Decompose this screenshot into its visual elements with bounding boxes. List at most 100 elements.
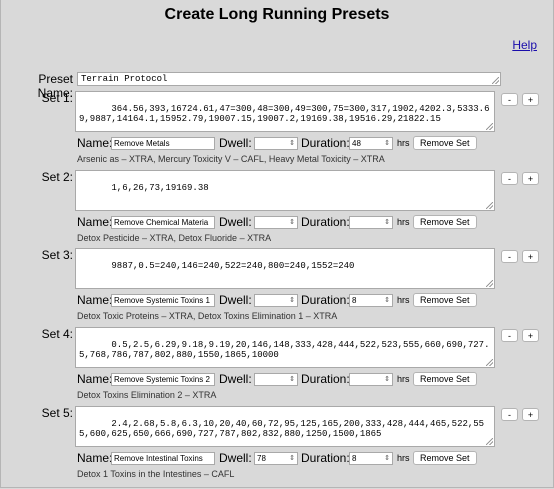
- remove-set-button[interactable]: Remove Set: [413, 293, 477, 307]
- remove-set-button[interactable]: Remove Set: [413, 215, 477, 229]
- stepper-icon[interactable]: ⇕: [384, 296, 390, 305]
- dwell-value: 78: [257, 454, 266, 463]
- set-label: Set 3:: [41, 248, 73, 262]
- set-name-value: Remove Systemic Toxins 1: [114, 296, 210, 305]
- set-label: Set 5:: [41, 406, 73, 420]
- set-frequencies-textarea[interactable]: 364.56,393,16724.61,47=300,48=300,49=300…: [75, 91, 495, 132]
- preset-name-value: Terrain Protocol: [81, 74, 168, 84]
- set-description: Detox Pesticide – XTRA, Detox Fluoride –…: [77, 233, 272, 243]
- set-frequencies-value: 364.56,393,16724.61,47=300,48=300,49=300…: [79, 104, 490, 124]
- duration-label: Duration:: [301, 372, 350, 386]
- set-name-value: Remove Metals: [114, 139, 170, 148]
- set-label: Set 2:: [41, 170, 73, 184]
- name-label: Name:: [77, 293, 113, 307]
- dwell-input[interactable]: ⇕: [254, 137, 298, 150]
- set-frequencies-value: 0.5,2.5,6.29,9.18,9.19,20,146,148,333,42…: [79, 340, 490, 360]
- stepper-icon[interactable]: ⇕: [289, 139, 295, 148]
- resize-grip-icon[interactable]: [486, 438, 493, 445]
- set-description: Detox Toxic Proteins – XTRA, Detox Toxin…: [77, 311, 338, 321]
- name-label: Name:: [77, 372, 113, 386]
- remove-set-button[interactable]: Remove Set: [413, 372, 477, 386]
- duration-value: 8: [352, 296, 357, 305]
- name-label: Name:: [77, 136, 113, 150]
- stepper-icon[interactable]: ⇕: [384, 218, 390, 227]
- duration-input[interactable]: 48 ⇕: [349, 137, 393, 150]
- stepper-icon[interactable]: ⇕: [289, 375, 295, 384]
- add-frequency-button[interactable]: +: [522, 250, 539, 263]
- set-options-row: Name: Remove Intestinal Toxins Dwell: 78…: [75, 451, 495, 465]
- hrs-label: hrs: [397, 138, 410, 148]
- set-name-value: Remove Chemical Materia: [114, 218, 209, 227]
- dwell-input[interactable]: 78 ⇕: [254, 452, 298, 465]
- help-link[interactable]: Help: [512, 38, 537, 52]
- resize-grip-icon[interactable]: [486, 359, 493, 366]
- set-label: Set 1:: [41, 91, 73, 105]
- add-frequency-button[interactable]: +: [522, 329, 539, 342]
- resize-grip-icon[interactable]: [492, 77, 499, 84]
- dwell-label: Dwell:: [219, 372, 252, 386]
- resize-grip-icon[interactable]: [486, 202, 493, 209]
- remove-set-button[interactable]: Remove Set: [413, 451, 477, 465]
- set-options-row: Name: Remove Systemic Toxins 2 Dwell: ⇕ …: [75, 372, 495, 386]
- hrs-label: hrs: [397, 453, 410, 463]
- duration-input[interactable]: 8 ⇕: [349, 452, 393, 465]
- resize-grip-icon[interactable]: [486, 123, 493, 130]
- set-frequencies-textarea[interactable]: 9887,0.5=240,146=240,522=240,800=240,155…: [75, 248, 495, 289]
- dwell-input[interactable]: ⇕: [254, 216, 298, 229]
- name-label: Name:: [77, 451, 113, 465]
- set-name-value: Remove Intestinal Toxins: [114, 454, 203, 463]
- set-frequencies-textarea[interactable]: 2.4,2.68,5.8,6.3,10,20,40,60,72,95,125,1…: [75, 406, 495, 447]
- set-name-input[interactable]: Remove Chemical Materia: [111, 216, 215, 229]
- set-description: Detox Toxins Elimination 2 – XTRA: [77, 390, 217, 400]
- remove-frequency-button[interactable]: -: [501, 250, 518, 263]
- preset-name-input[interactable]: Terrain Protocol: [77, 72, 501, 86]
- stepper-icon[interactable]: ⇕: [289, 296, 295, 305]
- set-frequencies-value: 1,6,26,73,19169.38: [111, 183, 209, 193]
- set-description: Arsenic as – XTRA, Mercury Toxicity V – …: [77, 154, 385, 164]
- remove-frequency-button[interactable]: -: [501, 408, 518, 421]
- set-frequencies-textarea[interactable]: 0.5,2.5,6.29,9.18,9.19,20,146,148,333,42…: [75, 327, 495, 368]
- page-title: Create Long Running Presets: [164, 6, 390, 23]
- add-frequency-button[interactable]: +: [522, 172, 539, 185]
- remove-set-button[interactable]: Remove Set: [413, 136, 477, 150]
- set-options-row: Name: Remove Systemic Toxins 1 Dwell: ⇕ …: [75, 293, 495, 307]
- duration-label: Duration:: [301, 293, 350, 307]
- set-frequencies-value: 2.4,2.68,5.8,6.3,10,20,40,60,72,95,125,1…: [79, 419, 485, 439]
- dwell-label: Dwell:: [219, 451, 252, 465]
- set-label: Set 4:: [41, 327, 73, 341]
- remove-frequency-button[interactable]: -: [501, 329, 518, 342]
- hrs-label: hrs: [397, 217, 410, 227]
- set-name-input[interactable]: Remove Intestinal Toxins: [111, 452, 215, 465]
- duration-label: Duration:: [301, 451, 350, 465]
- remove-frequency-button[interactable]: -: [501, 93, 518, 106]
- stepper-icon[interactable]: ⇕: [384, 375, 390, 384]
- resize-grip-icon[interactable]: [486, 280, 493, 287]
- dwell-label: Dwell:: [219, 136, 252, 150]
- duration-input[interactable]: ⇕: [349, 216, 393, 229]
- add-frequency-button[interactable]: +: [522, 93, 539, 106]
- stepper-icon[interactable]: ⇕: [384, 454, 390, 463]
- stepper-icon[interactable]: ⇕: [384, 139, 390, 148]
- dwell-input[interactable]: ⇕: [254, 294, 298, 307]
- set-frequencies-textarea[interactable]: 1,6,26,73,19169.38: [75, 170, 495, 211]
- set-name-input[interactable]: Remove Systemic Toxins 1: [111, 294, 215, 307]
- duration-input[interactable]: ⇕: [349, 373, 393, 386]
- hrs-label: hrs: [397, 374, 410, 384]
- set-name-input[interactable]: Remove Systemic Toxins 2: [111, 373, 215, 386]
- duration-value: 48: [352, 139, 361, 148]
- stepper-icon[interactable]: ⇕: [289, 454, 295, 463]
- set-description: Detox 1 Toxins in the Intestines – CAFL: [77, 469, 235, 479]
- name-label: Name:: [77, 215, 113, 229]
- add-frequency-button[interactable]: +: [522, 408, 539, 421]
- dwell-label: Dwell:: [219, 215, 252, 229]
- duration-input[interactable]: 8 ⇕: [349, 294, 393, 307]
- duration-label: Duration:: [301, 215, 350, 229]
- dwell-label: Dwell:: [219, 293, 252, 307]
- stepper-icon[interactable]: ⇕: [289, 218, 295, 227]
- set-name-input[interactable]: Remove Metals: [111, 137, 215, 150]
- set-options-row: Name: Remove Chemical Materia Dwell: ⇕ D…: [75, 215, 495, 229]
- dwell-input[interactable]: ⇕: [254, 373, 298, 386]
- set-frequencies-value: 9887,0.5=240,146=240,522=240,800=240,155…: [111, 261, 355, 271]
- remove-frequency-button[interactable]: -: [501, 172, 518, 185]
- hrs-label: hrs: [397, 295, 410, 305]
